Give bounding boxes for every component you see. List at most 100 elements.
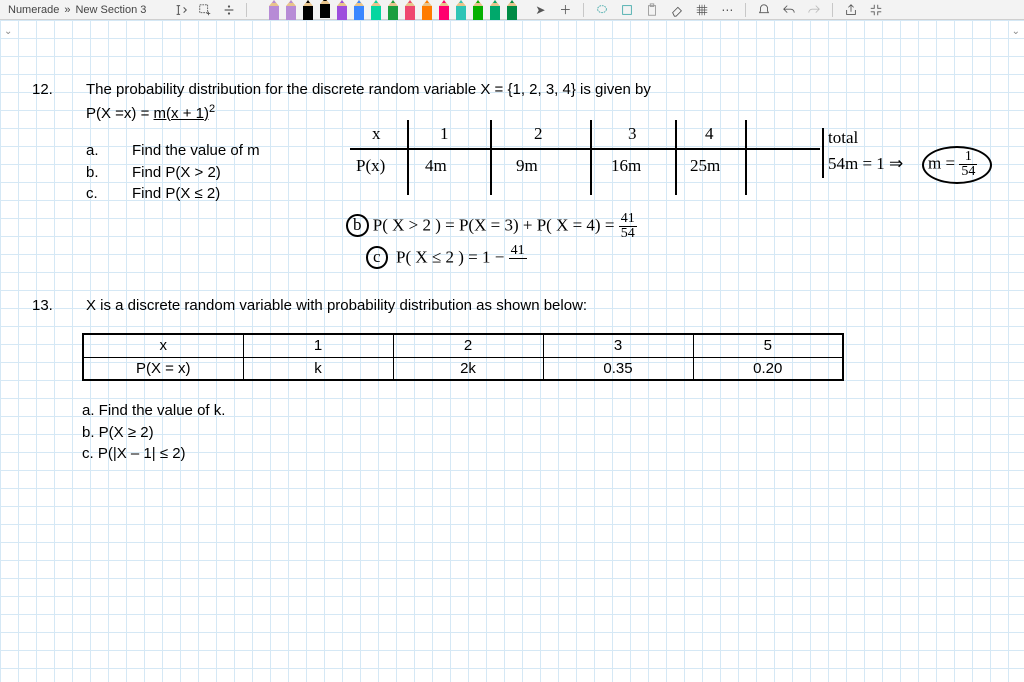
breadcrumb-section: New Section 3 <box>75 4 146 16</box>
hw-c-frac-n: 41 <box>509 244 527 259</box>
hw-b-frac-n: 41 <box>619 212 637 227</box>
page-next-icon[interactable]: ⌄ <box>1012 26 1020 37</box>
pen-tool-5[interactable] <box>352 0 366 20</box>
question-13: 13. X is a discrete random variable with… <box>32 296 992 464</box>
q13-p4: 0.20 <box>693 357 843 380</box>
hw-table-hline <box>350 148 820 150</box>
math-divide-icon[interactable] <box>222 3 236 17</box>
q13b: b. P(X ≥ 2) <box>82 423 992 443</box>
hw-b-label: b <box>346 214 369 237</box>
q13a: a. Find the value of k. <box>82 401 992 421</box>
grid-options-icon[interactable] <box>695 3 709 17</box>
hw-x-3: 3 <box>628 124 637 144</box>
collapse-icon[interactable] <box>869 3 883 17</box>
hw-c-line: P( X ≤ 2 ) = 1 − <box>396 247 504 266</box>
hw-table-vline <box>822 128 824 178</box>
q12c-text: Find P(X ≤ 2) <box>132 184 220 204</box>
add-icon[interactable]: ＋ <box>558 3 572 17</box>
hw-table-vline <box>490 120 492 195</box>
hw-line-c: c P( X ≤ 2 ) = 1 − 41 <box>366 244 527 273</box>
pen-tool-0[interactable] <box>267 0 281 20</box>
q12a-text: Find the value of m <box>132 141 260 161</box>
separator <box>832 3 833 17</box>
q13-p2: 2k <box>393 357 543 380</box>
notification-icon[interactable] <box>757 3 771 17</box>
pen-tool-9[interactable] <box>420 0 434 20</box>
q12-formula: P(X =x) = m(x + 1)2 <box>86 102 992 124</box>
hw-p-3: 16m <box>611 156 641 176</box>
q12a-label: a. <box>86 141 104 161</box>
paste-icon[interactable] <box>645 3 659 17</box>
pen-tool-6[interactable] <box>369 0 383 20</box>
pen-tool-4[interactable] <box>335 0 349 20</box>
share-icon[interactable] <box>844 3 858 17</box>
eraser-icon[interactable] <box>670 3 684 17</box>
q13-p1: k <box>243 357 393 380</box>
undo-icon[interactable] <box>782 3 796 17</box>
q12-formula-sup: 2 <box>209 103 215 115</box>
q13-col1: 1 <box>243 334 393 357</box>
separator <box>583 3 584 17</box>
q13-col3: 3 <box>543 334 693 357</box>
q13-col4: 5 <box>693 334 843 357</box>
hw-table-vline <box>745 120 747 195</box>
pen-tool-11[interactable] <box>454 0 468 20</box>
breadcrumb-sep: » <box>64 4 70 16</box>
pen-palette <box>267 0 519 20</box>
q13-number: 13. <box>32 296 62 334</box>
breadcrumb[interactable]: Numerade » New Section 3 <box>0 0 154 19</box>
q12-formula-under: m(x + 1) <box>154 105 209 122</box>
q12-text: The probability distribution for the dis… <box>86 80 992 100</box>
marquee-add-icon[interactable] <box>198 3 212 17</box>
pen-tool-10[interactable] <box>437 0 451 20</box>
hw-p-label: P(x) <box>356 156 385 176</box>
hw-b-frac-d: 54 <box>619 227 637 241</box>
tools-left-group <box>174 3 247 17</box>
q12-formula-lead: P(X =x) = <box>86 105 154 122</box>
hw-p-4: 25m <box>690 156 720 176</box>
hw-line-b: b P( X > 2 ) = P(X = 3) + P( X = 4) = 41… <box>346 212 637 241</box>
q12b-text: Find P(X > 2) <box>132 163 221 183</box>
breadcrumb-app: Numerade <box>8 4 59 16</box>
hw-b-line: P( X > 2 ) = P(X = 3) + P( X = 4) = <box>373 215 615 234</box>
q13-th-x: x <box>83 334 243 357</box>
pen-tool-3[interactable] <box>318 0 332 18</box>
hw-x-1: 1 <box>440 124 449 144</box>
hw-table-vline <box>407 120 409 195</box>
more-icon[interactable]: ⋯ <box>720 3 734 17</box>
hw-table-vline <box>590 120 592 195</box>
hw-p-2: 9m <box>516 156 538 176</box>
select-box-icon[interactable] <box>620 3 634 17</box>
q13-th-p: P(X = x) <box>83 357 243 380</box>
separator <box>745 3 746 17</box>
q13c: c. P(|X – 1| ≤ 2) <box>82 444 992 464</box>
top-toolbar: Numerade » New Section 3 <box>0 0 1024 20</box>
q13-table: x 1 2 3 5 P(X = x) k 2k 0.35 0.20 <box>82 333 844 381</box>
redo-icon[interactable] <box>807 3 821 17</box>
hw-table-vline <box>675 120 677 195</box>
pen-tool-13[interactable] <box>488 0 502 20</box>
hw-p-1: 4m <box>425 156 447 176</box>
hw-x-label: x <box>372 124 381 144</box>
separator <box>246 3 247 17</box>
hw-answer-circle <box>922 146 992 184</box>
pen-tool-12[interactable] <box>471 0 485 20</box>
q12b-label: b. <box>86 163 104 183</box>
canvas[interactable]: 12. The probability distribution for the… <box>0 20 1024 682</box>
chevron-right-icon[interactable]: ➤ <box>533 3 547 17</box>
page-prev-icon[interactable]: ⌄ <box>4 26 12 37</box>
pen-tool-1[interactable] <box>284 0 298 20</box>
lasso-icon[interactable] <box>595 3 609 17</box>
hw-x-2: 2 <box>534 124 543 144</box>
hw-total-eq: 54m = 1 ⇒ <box>828 154 903 174</box>
pen-tool-2[interactable] <box>301 0 315 20</box>
text-cursor-icon[interactable] <box>174 3 188 17</box>
q12c-label: c. <box>86 184 104 204</box>
pen-tool-14[interactable] <box>505 0 519 20</box>
q13-col2: 2 <box>393 334 543 357</box>
hw-x-4: 4 <box>705 124 714 144</box>
q13-text: X is a discrete random variable with pro… <box>86 296 992 316</box>
q13-p3: 0.35 <box>543 357 693 380</box>
pen-tool-7[interactable] <box>386 0 400 20</box>
pen-tool-8[interactable] <box>403 0 417 20</box>
